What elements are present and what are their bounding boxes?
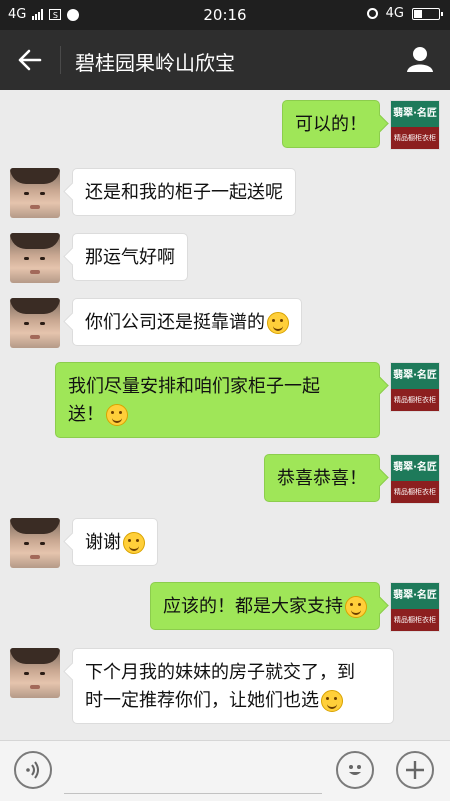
avatar-brand-top: 翡翠·名匠 xyxy=(391,455,439,481)
sender-avatar[interactable]: 翡翠·名匠 精品橱柜衣柜之家 xyxy=(390,100,440,150)
message-bubble-received[interactable]: 下个月我的妹妹的房子就交了，到 时一定推荐你们，让她们也选 xyxy=(72,648,394,724)
grin-emoji-icon xyxy=(321,690,343,712)
input-bar xyxy=(0,740,450,801)
emoji-icon xyxy=(349,765,361,775)
message-text: 谢谢 xyxy=(85,532,121,553)
message-text-line2: 时一定推荐你们，让她们也选 xyxy=(85,690,319,711)
network-type-right: 4G xyxy=(385,6,404,21)
chat-header: 碧桂园果岭山欣宝 xyxy=(0,30,450,90)
message-bubble-sent[interactable]: 可以的！ xyxy=(282,100,380,148)
message-bubble-received[interactable]: 还是和我的柜子一起送呢 xyxy=(72,168,296,216)
alarm-icon xyxy=(366,8,378,19)
message-text: 可以的！ xyxy=(295,114,367,135)
message-bubble-received[interactable]: 那运气好啊 xyxy=(72,233,188,281)
message-text: 恭喜恭喜！ xyxy=(277,468,367,489)
avatar-brand-bottom: 精品橱柜衣柜之家 xyxy=(391,389,439,411)
message-text-line1: 下个月我的妹妹的房子就交了，到 xyxy=(85,662,355,683)
avatar-brand-bottom: 精品橱柜衣柜之家 xyxy=(391,481,439,503)
message-bubble-sent[interactable]: 我们尽量安排和咱们家柜子一起 送！ xyxy=(55,362,380,438)
status-right: 4G xyxy=(366,6,443,21)
smile-emoji-icon xyxy=(345,596,367,618)
message-text-line2: 送！ xyxy=(68,404,104,425)
contact-avatar[interactable] xyxy=(10,233,60,283)
avatar-brand-bottom: 精品橱柜衣柜之家 xyxy=(391,127,439,149)
voice-button[interactable] xyxy=(14,751,52,789)
contact-avatar[interactable] xyxy=(10,168,60,218)
profile-button[interactable] xyxy=(402,42,438,78)
sender-avatar[interactable]: 翡翠·名匠 精品橱柜衣柜之家 xyxy=(390,454,440,504)
back-arrow-icon xyxy=(18,49,42,71)
plus-icon xyxy=(406,761,424,779)
battery-icon xyxy=(412,7,443,20)
sender-avatar[interactable]: 翡翠·名匠 精品橱柜衣柜之家 xyxy=(390,582,440,632)
message-text: 你们公司还是挺靠谱的 xyxy=(85,312,265,333)
voice-icon xyxy=(26,761,39,779)
contact-avatar[interactable] xyxy=(10,648,60,698)
avatar-brand-top: 翡翠·名匠 xyxy=(391,363,439,389)
message-bubble-received[interactable]: 你们公司还是挺靠谱的 xyxy=(72,298,302,346)
smile-emoji-icon xyxy=(123,532,145,554)
header-divider xyxy=(60,46,61,74)
message-list[interactable]: 可以的！ 翡翠·名匠 精品橱柜衣柜之家 还是和我的柜子一起送呢 那运气好啊 你们… xyxy=(0,90,450,740)
back-button[interactable] xyxy=(12,44,48,76)
sender-avatar[interactable]: 翡翠·名匠 精品橱柜衣柜之家 xyxy=(390,362,440,412)
message-text: 还是和我的柜子一起送呢 xyxy=(85,182,283,203)
contact-avatar[interactable] xyxy=(10,298,60,348)
avatar-brand-top: 翡翠·名匠 xyxy=(391,583,439,609)
emoji-button[interactable] xyxy=(336,751,374,789)
person-icon xyxy=(407,47,433,72)
contact-avatar[interactable] xyxy=(10,518,60,568)
message-bubble-sent[interactable]: 应该的！都是大家支持 xyxy=(150,582,380,630)
plus-button[interactable] xyxy=(396,751,434,789)
message-bubble-received[interactable]: 谢谢 xyxy=(72,518,158,566)
message-text: 应该的！都是大家支持 xyxy=(163,596,343,617)
message-input[interactable] xyxy=(64,793,322,794)
message-text: 那运气好啊 xyxy=(85,247,175,268)
chat-title: 碧桂园果岭山欣宝 xyxy=(75,51,235,75)
message-bubble-sent[interactable]: 恭喜恭喜！ xyxy=(264,454,380,502)
grin-emoji-icon xyxy=(267,312,289,334)
avatar-brand-top: 翡翠·名匠 xyxy=(391,101,439,127)
avatar-brand-bottom: 精品橱柜衣柜之家 xyxy=(391,609,439,631)
message-text-line1: 我们尽量安排和咱们家柜子一起 xyxy=(68,376,320,397)
status-bar: 4G S 20:16 4G xyxy=(0,0,450,30)
smile-emoji-icon xyxy=(106,404,128,426)
